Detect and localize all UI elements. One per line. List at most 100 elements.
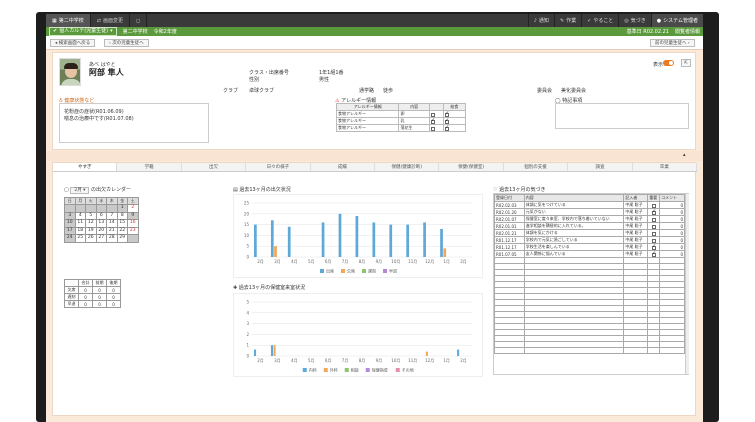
tab-support[interactable]: 個別の支援	[504, 163, 569, 171]
note-row[interactable]: R01.07.05友人関係に悩んでいる中尾 聡子 0	[494, 250, 685, 258]
calendar-day[interactable]: 6	[95, 211, 107, 220]
tab-enrollment[interactable]: 学籍	[117, 163, 182, 171]
tab-school[interactable]: ▦ 第二中学校	[46, 14, 91, 27]
calendar-day[interactable]: 8	[116, 211, 128, 220]
special-notes-box[interactable]	[555, 103, 689, 129]
y-tick-label: 25	[244, 201, 250, 206]
calendar-day[interactable]: 17	[64, 226, 76, 235]
y-tick-label: 10	[244, 233, 250, 238]
calendar-day[interactable]: 24	[64, 234, 76, 243]
display-toggle[interactable]	[663, 60, 674, 66]
calendar-day[interactable]: 9	[127, 211, 139, 220]
viewer-info[interactable]: 閲覧者情報	[675, 28, 700, 35]
note-row[interactable]: R02.01.07 保健室に度々来室、学校内で落ち着いていない 中尾 聡子 0	[494, 215, 685, 223]
notification-button[interactable]: ♪ 通知	[527, 14, 554, 27]
calendar-day[interactable]: 21	[106, 226, 118, 235]
calendar-day[interactable]: 23	[127, 226, 139, 235]
tab-attendance[interactable]: 出欠	[182, 163, 247, 171]
calendar-day[interactable]: 4	[74, 211, 86, 220]
calendar-day[interactable]	[74, 204, 86, 213]
tab-daily[interactable]: 日々の様子	[246, 163, 311, 171]
legend-label: 保健指導	[372, 367, 388, 373]
lunch-checkbox[interactable]	[444, 125, 449, 131]
calendar-day[interactable]: 5	[85, 211, 97, 220]
note-comment-count: 0	[659, 229, 685, 237]
note-date: R02.01.07	[494, 215, 525, 223]
note-date: R02.01.01	[494, 222, 525, 230]
important-checkbox[interactable]	[651, 203, 656, 208]
calendar-day[interactable]: 20	[95, 226, 107, 235]
expand-button[interactable]: ⇱	[681, 59, 691, 67]
calendar-day[interactable]	[127, 234, 139, 243]
day-number: 10	[66, 220, 73, 225]
calendar-day[interactable]: 13	[95, 219, 107, 228]
tab-add[interactable]: ◻	[130, 14, 148, 27]
calendar-day[interactable]: 12	[85, 219, 97, 228]
important-checkbox[interactable]	[651, 231, 656, 236]
collapse-icon[interactable]: ▴	[683, 152, 686, 158]
screen-select[interactable]: ✔ 個人カルテ(児童生徒) ▾	[49, 27, 117, 36]
important-checkbox[interactable]	[651, 224, 656, 229]
calendar-day[interactable]: 25	[74, 234, 86, 243]
note-row[interactable]: R02.01.21 体調を気にかける 中尾 聡子 0	[494, 229, 685, 237]
awareness-button[interactable]: ◎ 気づき	[618, 14, 650, 27]
calendar-day[interactable]: 3	[64, 211, 76, 220]
tab-grades[interactable]: 成績	[311, 163, 376, 171]
calendar-day[interactable]: 16	[127, 219, 139, 228]
prev-student-button[interactable]: 前の児童生徒へ ›	[650, 39, 695, 47]
user-menu-button[interactable]: ● システム管理者	[650, 14, 703, 27]
note-row[interactable]: R02.01.01 進学相談を積極的に入れている。 中尾 聡子 0	[494, 222, 685, 230]
lunch-checkbox[interactable]	[444, 111, 449, 117]
calendar-day[interactable]: 18	[74, 226, 86, 235]
tab-survey[interactable]: 調査	[568, 163, 633, 171]
allergy-checkbox[interactable]	[430, 118, 435, 124]
x-tick-label: 4月	[291, 259, 298, 264]
calendar-day[interactable]	[106, 204, 118, 213]
important-checkbox[interactable]	[651, 252, 656, 257]
calendar-day[interactable]: 11	[74, 219, 86, 228]
allergy-checkbox[interactable]	[430, 112, 435, 117]
task-button[interactable]: ✎ 作業	[553, 14, 581, 27]
note-row[interactable]: R02.01.20元気がない中尾 聡子 0	[494, 208, 685, 216]
calendar-day[interactable]: 22	[116, 226, 128, 235]
important-checkbox[interactable]	[651, 238, 656, 243]
important-checkbox[interactable]	[651, 217, 656, 222]
calendar-day[interactable]	[85, 204, 97, 213]
tab-screen-change[interactable]: ⇄ 画面変更	[91, 14, 130, 27]
x-tick-label: 8月	[359, 358, 366, 363]
tab-health-room[interactable]: 保健(保健室)	[439, 163, 504, 171]
note-date: R02.01.21	[494, 229, 525, 237]
month-select[interactable]: 2月 ▾	[70, 186, 90, 194]
tab-health-checkup[interactable]: 保健(健康診断)	[375, 163, 440, 171]
calendar-day[interactable]: 15	[116, 219, 128, 228]
note-row[interactable]: R01.12.17学校生活を楽しんでいる中尾 聡子 0	[494, 243, 685, 251]
note-row[interactable]: R01.12.17 学校内で元気に過ごしている 中尾 聡子 0	[494, 236, 685, 244]
context-bar: ✔ 個人カルテ(児童生徒) ▾ 第二中学校 令和2年度 基準日 R02.02.2…	[46, 27, 703, 36]
calendar-day[interactable]: 28	[106, 234, 118, 243]
calendar-day[interactable]: 26	[85, 234, 97, 243]
lunch-checkbox[interactable]	[444, 118, 449, 124]
important-checkbox[interactable]	[651, 245, 656, 250]
calendar-day[interactable]: 27	[95, 234, 107, 243]
calendar-day[interactable]	[95, 204, 107, 213]
calendar-day[interactable]: 7	[106, 211, 118, 220]
tab-summary[interactable]: やすぎ	[53, 163, 118, 171]
health-item: 花粉症の症状(R01.06.09)	[64, 109, 124, 115]
tab-graduation[interactable]: 卒業	[633, 163, 698, 171]
x-tick-label: 7月	[342, 358, 349, 363]
back-to-search-button[interactable]: ◂ 検索画面へ戻る	[50, 39, 96, 47]
calendar-day[interactable]: 14	[106, 219, 118, 228]
calendar-day[interactable]: 1	[116, 204, 128, 213]
calendar-day[interactable]: 2	[127, 204, 139, 213]
calendar-day[interactable]: 19	[85, 226, 97, 235]
calendar-day[interactable]	[64, 204, 76, 213]
important-checkbox[interactable]	[651, 210, 656, 215]
note-row[interactable]: R02.02.03 体調に気をつけている 中尾 聡子 0	[494, 201, 685, 209]
legend-swatch	[320, 269, 324, 273]
allergy-checkbox[interactable]	[430, 126, 435, 131]
todo-button[interactable]: ✓ やること	[581, 14, 618, 27]
calendar-day[interactable]: 10	[64, 219, 76, 228]
next-student-button[interactable]: ‹ 次の児童生徒へ	[104, 39, 149, 47]
calendar-day[interactable]: 29	[116, 234, 128, 243]
notes-scrollbar[interactable]	[685, 194, 689, 374]
